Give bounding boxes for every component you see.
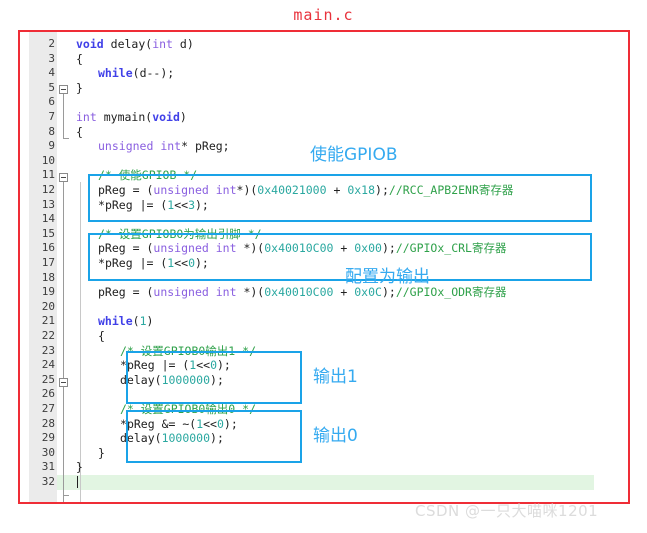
- line-number: 25: [41, 372, 55, 386]
- line-number: 30: [41, 445, 55, 459]
- code-line[interactable]: }: [76, 81, 83, 96]
- code-line[interactable]: pReg = (unsigned int *)(0x40010C00 + 0x0…: [98, 285, 506, 300]
- code-line[interactable]: {: [76, 125, 83, 140]
- line-number: 23: [41, 343, 55, 357]
- code-line[interactable]: unsigned int* pReg;: [98, 139, 230, 154]
- watermark: CSDN @一只大喵咪1201: [415, 502, 599, 520]
- line-number: 16: [41, 241, 55, 255]
- line-number: 4: [48, 66, 55, 80]
- code-line[interactable]: }: [98, 446, 105, 461]
- line-number: 5: [48, 80, 55, 94]
- highlight-box-enable-gpiob: [88, 174, 592, 222]
- line-number: 8: [48, 124, 55, 138]
- line-number: 2: [48, 37, 55, 50]
- code-line[interactable]: while(1): [98, 314, 153, 329]
- line-number: 3: [48, 51, 55, 65]
- page-title: main.c: [293, 6, 354, 24]
- line-number: 21: [41, 314, 55, 328]
- text-caret: [77, 476, 78, 488]
- code-line[interactable]: while(d--);: [98, 66, 174, 81]
- line-number: 32: [41, 475, 55, 488]
- line-number: 14: [41, 212, 55, 226]
- line-number: 27: [41, 402, 55, 415]
- annotation-output-0: 输出0: [313, 426, 358, 446]
- annotation-config-output: 配置为输出: [345, 267, 430, 287]
- line-number: 17: [41, 256, 55, 269]
- line-number: 20: [41, 299, 55, 313]
- annotation-output-1: 输出1: [313, 367, 358, 387]
- code-line[interactable]: }: [76, 460, 83, 475]
- highlight-box-output-1: [126, 351, 302, 404]
- highlight-box-output-0: [126, 410, 302, 463]
- line-number: 26: [41, 387, 55, 401]
- highlight-box-config-output: [88, 233, 592, 281]
- code-line[interactable]: {: [76, 52, 83, 67]
- line-number: 6: [48, 95, 55, 109]
- line-number: 15: [41, 226, 55, 240]
- line-number: 19: [41, 285, 55, 299]
- code-line[interactable]: void delay(int d): [76, 37, 194, 52]
- line-number: 7: [48, 110, 55, 123]
- line-number: 28: [41, 416, 55, 430]
- line-number: 10: [41, 153, 55, 167]
- code-line[interactable]: int mymain(void): [76, 110, 187, 125]
- annotation-enable-gpiob: 使能GPIOB: [310, 145, 398, 165]
- line-number: 12: [41, 183, 55, 196]
- line-number: 24: [41, 358, 55, 372]
- line-number: 31: [41, 460, 55, 474]
- code-line[interactable]: {: [98, 329, 105, 344]
- line-number: 13: [41, 197, 55, 211]
- line-number: 11: [41, 168, 55, 182]
- line-number: 9: [48, 139, 55, 153]
- line-number: 29: [41, 431, 55, 445]
- line-number: 22: [41, 329, 55, 342]
- line-number: 18: [41, 270, 55, 284]
